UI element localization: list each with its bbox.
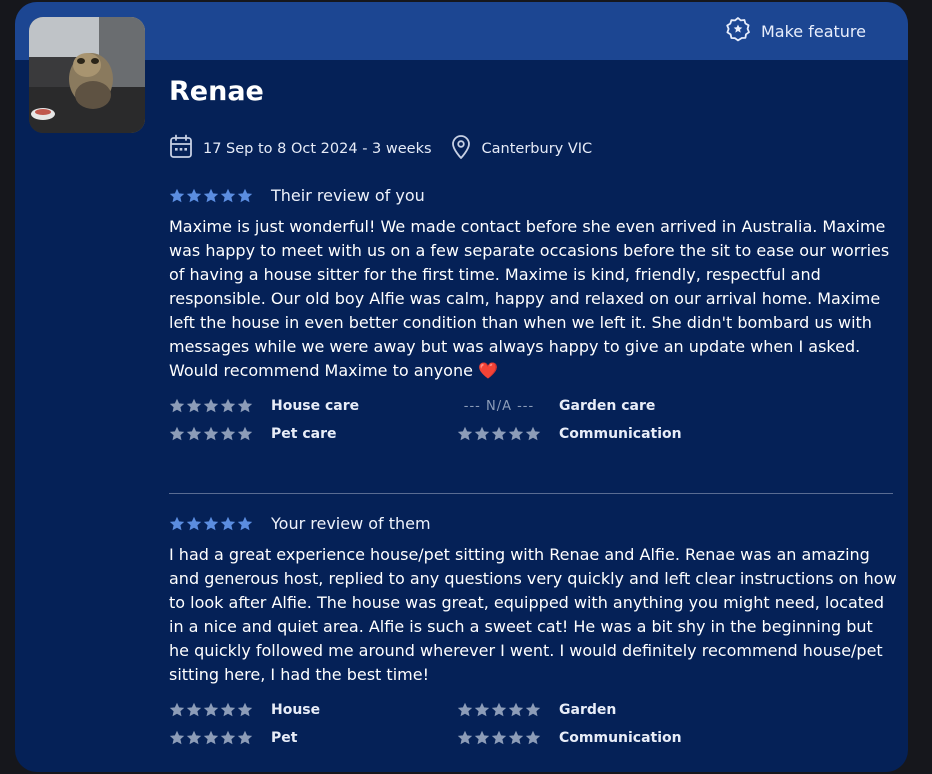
pet-stars <box>169 730 253 746</box>
star-icon <box>186 702 202 717</box>
star-icon <box>186 516 202 530</box>
make-feature-label: Make feature <box>761 21 866 41</box>
your-review-ratings: House Garden Pet Communication <box>169 701 893 747</box>
rating-communication: Communication <box>457 425 757 443</box>
star-icon <box>237 398 253 413</box>
house-stars <box>169 702 253 718</box>
garden-care-na: --- N/A --- <box>463 398 535 414</box>
rating-garden-care: --- N/A --- Garden care <box>457 397 757 415</box>
feature-badge-icon <box>725 16 751 46</box>
rating-garden: Garden <box>457 701 757 719</box>
rating-label: Communication <box>559 730 682 746</box>
rating-pet-care: Pet care <box>169 425 457 443</box>
star-icon <box>186 398 202 413</box>
star-icon <box>169 702 185 717</box>
star-icon <box>457 730 473 745</box>
heart-emoji-icon: ❤️ <box>478 361 498 380</box>
rating-label: Pet <box>271 730 298 746</box>
star-icon <box>525 426 541 441</box>
your-review: Your review of them I had a great experi… <box>169 514 897 747</box>
star-icon <box>508 730 524 745</box>
star-icon <box>169 516 185 530</box>
rating-label: Pet care <box>271 426 337 442</box>
their-review-stars <box>169 188 253 204</box>
star-icon <box>474 702 490 717</box>
star-icon <box>186 188 202 202</box>
garden-stars <box>457 702 541 718</box>
star-icon <box>491 702 507 717</box>
their-review-body: Maxime is just wonderful! We made contac… <box>169 217 890 380</box>
your-review-title: Your review of them <box>271 514 431 533</box>
their-review-header: Their review of you <box>169 186 893 205</box>
card-header-bar: Make feature <box>15 2 908 60</box>
house-care-stars <box>169 398 253 414</box>
their-review-title: Their review of you <box>271 186 425 205</box>
star-icon <box>237 516 253 530</box>
review-divider <box>169 493 893 494</box>
rating-pet: Pet <box>169 729 457 747</box>
star-icon <box>474 426 490 441</box>
star-icon <box>474 730 490 745</box>
calendar-icon <box>169 134 193 164</box>
rating-communication-yours: Communication <box>457 729 757 747</box>
star-icon <box>457 702 473 717</box>
rating-house: House <box>169 701 457 719</box>
star-icon <box>220 426 236 441</box>
star-icon <box>186 730 202 745</box>
star-icon <box>220 188 236 202</box>
communication-stars <box>457 426 541 442</box>
your-review-stars <box>169 516 253 532</box>
your-review-header: Your review of them <box>169 514 893 533</box>
star-icon <box>169 426 185 441</box>
star-icon <box>508 426 524 441</box>
star-icon <box>237 188 253 202</box>
star-icon <box>237 702 253 717</box>
rating-house-care: House care <box>169 397 457 415</box>
star-icon <box>491 730 507 745</box>
their-review: Their review of you Maxime is just wonde… <box>169 186 893 443</box>
star-icon <box>203 398 219 413</box>
star-icon <box>525 702 541 717</box>
star-icon <box>220 516 236 530</box>
star-icon <box>203 188 219 202</box>
star-icon <box>169 398 185 413</box>
star-icon <box>220 398 236 413</box>
rating-label: House care <box>271 398 360 414</box>
host-avatar <box>29 17 145 133</box>
star-icon <box>491 426 507 441</box>
host-name: Renae <box>169 76 264 107</box>
star-icon <box>203 702 219 717</box>
star-icon <box>237 426 253 441</box>
star-icon <box>203 426 219 441</box>
sit-location: Canterbury VIC <box>481 141 593 157</box>
rating-label: Communication <box>559 426 682 442</box>
star-icon <box>220 702 236 717</box>
sit-meta: 17 Sep to 8 Oct 2024 - 3 weeks Canterbur… <box>169 134 592 164</box>
star-icon <box>457 426 473 441</box>
star-icon <box>237 730 253 745</box>
pet-care-stars <box>169 426 253 442</box>
communication-stars <box>457 730 541 746</box>
their-review-text: Maxime is just wonderful! We made contac… <box>169 215 897 383</box>
review-card: Make feature Renae 17 Sep to 8 Oct 2024 … <box>15 2 908 772</box>
rating-label: Garden care <box>559 398 656 414</box>
star-icon <box>220 730 236 745</box>
make-feature-button[interactable]: Make feature <box>725 16 866 46</box>
rating-label: Garden <box>559 702 617 718</box>
your-review-text: I had a great experience house/pet sitti… <box>169 545 897 684</box>
star-icon <box>508 702 524 717</box>
star-icon <box>203 516 219 530</box>
rating-label: House <box>271 702 321 718</box>
star-icon <box>203 730 219 745</box>
location-pin-icon <box>450 134 472 164</box>
star-icon <box>525 730 541 745</box>
star-icon <box>186 426 202 441</box>
their-review-ratings: House care --- N/A --- Garden care Pet c… <box>169 397 893 443</box>
star-icon <box>169 730 185 745</box>
sit-dates: 17 Sep to 8 Oct 2024 - 3 weeks <box>203 141 432 157</box>
star-icon <box>169 188 185 202</box>
